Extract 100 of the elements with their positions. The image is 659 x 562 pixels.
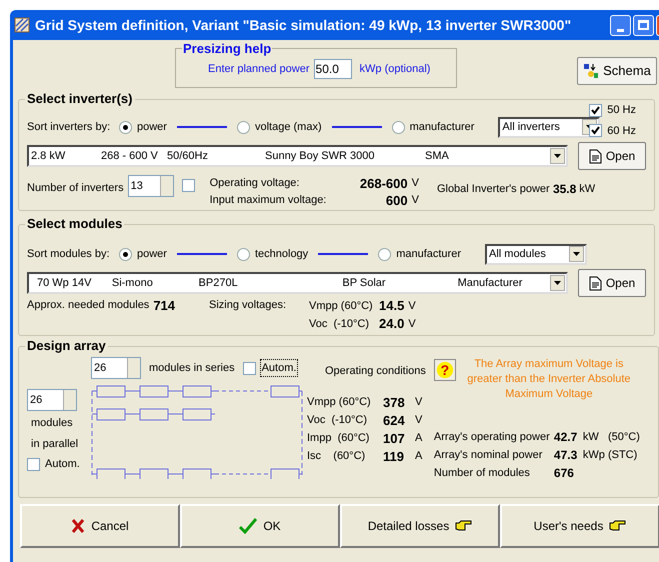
parallel-spinner[interactable]: 26 bbox=[27, 389, 77, 411]
unit-label: V bbox=[415, 395, 422, 410]
field-label: Number of inverters bbox=[27, 181, 124, 196]
field-label: Voc (-10°C) bbox=[307, 413, 368, 428]
value-text: 624 bbox=[383, 412, 406, 430]
field-label: modules bbox=[30, 416, 74, 431]
value-text: 107 bbox=[383, 430, 406, 448]
checkbox-label: Autom. bbox=[260, 358, 298, 378]
pointing-hand-icon bbox=[609, 520, 626, 532]
value-text: 24.0 bbox=[379, 315, 404, 334]
dropdown-value: 2.8 kW bbox=[31, 148, 66, 164]
help-button[interactable]: ? bbox=[434, 359, 456, 381]
radio-button[interactable] bbox=[392, 120, 405, 134]
dropdown-value: Manufacturer bbox=[458, 276, 524, 291]
value-text: 268-600 bbox=[360, 174, 408, 193]
field-label: Array's operating power bbox=[434, 430, 551, 445]
field-label: Operating voltage: bbox=[210, 176, 300, 192]
value-text: 714 bbox=[153, 296, 176, 315]
unit-label: A bbox=[415, 449, 422, 464]
unit-label: kW (50°C) bbox=[582, 430, 640, 445]
field-label: Impp (60°C) bbox=[307, 431, 370, 446]
radio-button[interactable] bbox=[378, 248, 392, 260]
radio-button[interactable] bbox=[236, 248, 250, 260]
field-label: Isc (60°C) bbox=[307, 449, 366, 464]
dialog-button[interactable]: Detailed losses bbox=[340, 504, 500, 548]
field-label: Input maximum voltage: bbox=[210, 193, 328, 208]
sort-label: Sort modules by: bbox=[27, 246, 111, 262]
value-text: 42.7 bbox=[554, 429, 578, 446]
radio-label: manufacturer bbox=[410, 120, 474, 135]
series-spinner[interactable]: 26 bbox=[91, 357, 141, 379]
field-label: Array's nominal power bbox=[434, 448, 544, 463]
radio-button[interactable] bbox=[119, 248, 132, 260]
group-title: Presizing help bbox=[182, 41, 272, 56]
dialog-button[interactable]: OK bbox=[180, 504, 340, 548]
radio-button[interactable] bbox=[119, 120, 132, 134]
radio-label: technology bbox=[254, 246, 308, 262]
unit-label: A bbox=[415, 431, 422, 446]
warning-text: The Array maximum Voltage is greater than the Inverter Absolute Maximum Voltage bbox=[466, 357, 632, 402]
power-input-field[interactable]: 50.0 bbox=[314, 59, 352, 79]
unit-label: V bbox=[412, 176, 419, 192]
dialog-button[interactable]: User's needs bbox=[500, 504, 659, 548]
value-text: 35.8 bbox=[552, 181, 576, 198]
radio-label: power bbox=[137, 120, 167, 135]
unit-label: V bbox=[408, 316, 416, 332]
dropdown-value: SMA bbox=[425, 148, 450, 164]
filter-dropdown[interactable]: All modules bbox=[485, 244, 587, 264]
checkbox[interactable] bbox=[589, 104, 602, 117]
field-label: in parallel bbox=[30, 436, 80, 452]
checkbox[interactable] bbox=[182, 179, 195, 192]
maximize-button[interactable] bbox=[633, 14, 654, 36]
field-label: Operating conditions bbox=[325, 364, 426, 379]
document-icon bbox=[588, 276, 602, 290]
checkbox-label: 60 Hz bbox=[607, 124, 636, 138]
unit-label: kWp (STC) bbox=[582, 448, 638, 463]
value-text: 676 bbox=[554, 465, 575, 482]
dropdown-value: BP270L bbox=[198, 276, 239, 291]
checkbox[interactable] bbox=[242, 362, 256, 374]
open-button[interactable]: Open bbox=[578, 269, 646, 297]
inverter-dropdown[interactable]: 2.8 kW 268 - 600 V 50/60Hz Sunny Boy SWR 3000 SMA bbox=[27, 145, 568, 167]
unit-label: V bbox=[415, 413, 422, 428]
value-text: 600 bbox=[384, 192, 408, 210]
connector-line bbox=[176, 126, 227, 128]
checkbox[interactable] bbox=[27, 458, 40, 471]
dialog-button[interactable]: Cancel bbox=[20, 504, 180, 548]
document-icon bbox=[588, 148, 602, 164]
inverter-count-spinner[interactable]: 13 bbox=[128, 175, 174, 197]
field-label: Global Inverter's power bbox=[436, 182, 551, 197]
value-text: 14.5 bbox=[379, 297, 404, 316]
group-title: Select inverter(s) bbox=[25, 91, 134, 107]
dropdown-value: Sunny Boy SWR 3000 bbox=[265, 148, 376, 164]
schema-icon bbox=[583, 63, 600, 79]
value-text: 378 bbox=[383, 394, 406, 412]
unit-label: V bbox=[408, 298, 416, 314]
schema-button[interactable]: Schema bbox=[577, 57, 657, 85]
unit-label: kW bbox=[579, 182, 596, 197]
connector-line bbox=[176, 253, 227, 255]
field-label: Approx. needed modules bbox=[27, 298, 150, 314]
field-label: Vmpp (60°C) bbox=[309, 298, 374, 314]
pointing-hand-icon bbox=[455, 520, 472, 532]
minimize-button[interactable] bbox=[610, 14, 631, 36]
connector-line bbox=[332, 126, 382, 128]
field-label: Enter planned power bbox=[208, 62, 310, 77]
dropdown-value: 50/60Hz bbox=[167, 148, 209, 164]
open-button[interactable]: Open bbox=[578, 142, 646, 170]
checkbox-label: 50 Hz bbox=[607, 103, 636, 118]
radio-label: voltage (max) bbox=[254, 120, 322, 135]
value-text: 47.3 bbox=[554, 447, 578, 464]
radio-label: manufacturer bbox=[396, 246, 461, 262]
radio-label: power bbox=[137, 246, 167, 262]
connector-line bbox=[318, 253, 368, 255]
sort-label: Sort inverters by: bbox=[27, 120, 112, 135]
value-text: 119 bbox=[383, 448, 405, 466]
field-label: Vmpp (60°C) bbox=[307, 395, 372, 410]
radio-button[interactable] bbox=[236, 120, 250, 134]
module-dropdown[interactable]: 70 Wp 14V Si-mono BP270L BP Solar Manufacturer bbox=[27, 272, 568, 294]
group-title: Design array bbox=[25, 338, 108, 354]
field-label: Sizing voltages: bbox=[209, 298, 288, 313]
field-label: modules in series bbox=[149, 360, 235, 376]
dropdown-value: Si-mono bbox=[112, 276, 154, 291]
unit-label: V bbox=[412, 193, 419, 208]
